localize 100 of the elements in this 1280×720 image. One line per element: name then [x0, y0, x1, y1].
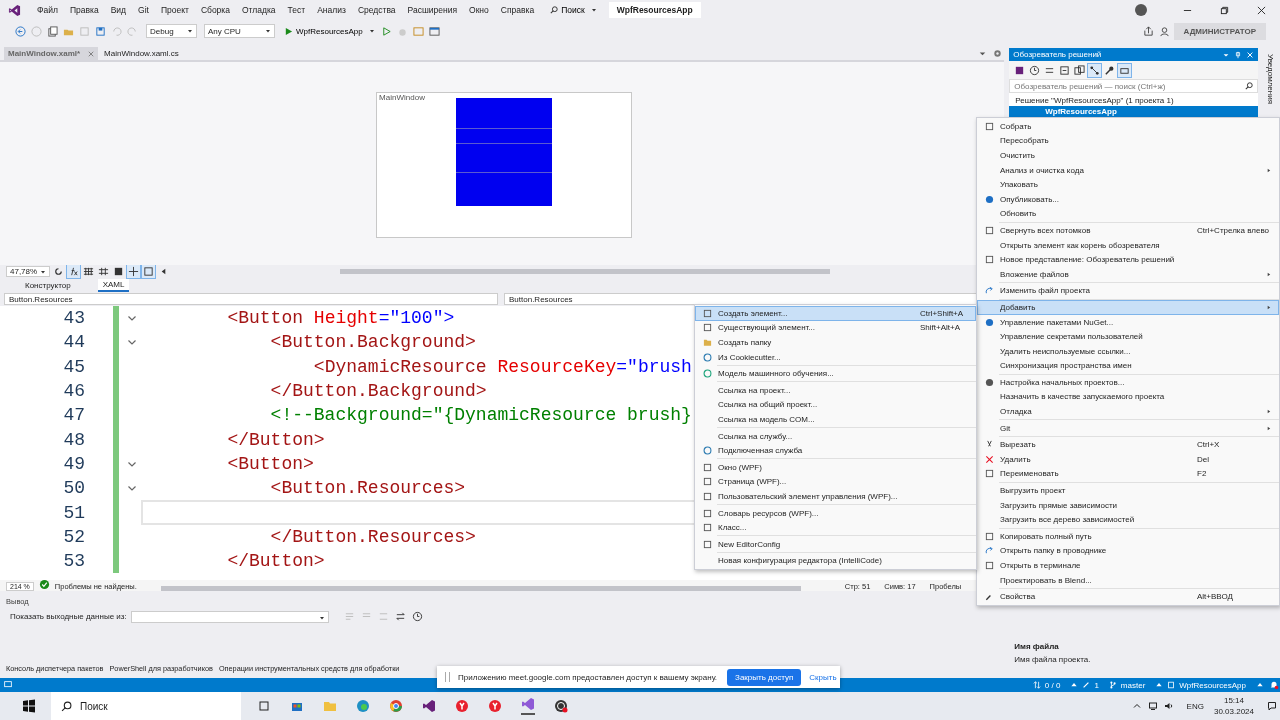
menu-item[interactable]: Существующий элемент... Shift+Alt+A — [695, 320, 976, 336]
caret-up-icon[interactable] — [1155, 681, 1164, 689]
language-indicator[interactable]: ENG — [1186, 701, 1204, 711]
menu-item[interactable]: Страница (WPF)... — [695, 474, 976, 490]
branch-indicator[interactable]: master — [1120, 680, 1146, 690]
effects-icon[interactable] — [67, 265, 81, 278]
toggle-icon[interactable] — [393, 610, 407, 623]
menu-item[interactable]: Анализ — [311, 5, 352, 15]
menu-item[interactable]: Подключенная служба — [695, 443, 976, 458]
menu-item[interactable]: Расширения — [401, 5, 463, 15]
avatar[interactable] — [1135, 4, 1147, 16]
menu-item[interactable]: Модель машинного обучения... — [695, 366, 976, 381]
menu-item[interactable]: Управление пакетами NuGet... — [977, 314, 1279, 330]
notification-icon[interactable] — [1267, 701, 1277, 711]
menu-item[interactable]: Удалить неиспользуемые ссылки... — [977, 343, 1279, 359]
view-tab[interactable]: Конструктор — [20, 279, 76, 291]
grid-icon[interactable] — [82, 265, 96, 278]
menu-item[interactable]: Ссылка на проект... — [695, 382, 976, 398]
changes-indicator[interactable]: 0 / 0 — [1044, 680, 1061, 690]
menu-item[interactable]: Создать папку — [695, 335, 976, 350]
menu-item[interactable]: Назначить в качестве запускаемого проекта — [977, 389, 1279, 405]
menu-item[interactable]: Класс... — [695, 520, 976, 535]
snap-icon[interactable] — [127, 265, 141, 278]
platform-dropdown[interactable]: Any CPU — [204, 24, 275, 38]
volume-icon[interactable] — [1163, 701, 1174, 711]
menu-item[interactable]: Тест — [281, 5, 312, 15]
menu-item[interactable]: Отладка — [977, 404, 1279, 419]
document-tab[interactable]: MainWindow.xaml* — [4, 47, 99, 60]
menu-item[interactable]: New EditorConfig — [695, 536, 976, 552]
pencil-icon[interactable] — [1082, 681, 1091, 689]
menu-item[interactable]: Обновить — [977, 206, 1279, 222]
menu-item[interactable]: Синхронизация пространства имен — [977, 358, 1279, 374]
menu-item[interactable]: Вид — [104, 5, 132, 15]
configuration-dropdown[interactable]: Debug — [146, 24, 197, 38]
menu-item[interactable]: Вложение файлов — [977, 266, 1279, 282]
browser-icon[interactable] — [355, 699, 370, 713]
navigation-dropdown[interactable]: Button.Resources — [4, 293, 498, 305]
view-tab[interactable]: XAML — [97, 278, 130, 292]
menu-item[interactable]: Справка — [494, 5, 541, 15]
caret-up-icon[interactable] — [1256, 681, 1264, 689]
browser-icon[interactable] — [388, 699, 403, 713]
menu-item[interactable]: Свойства Alt+ВВОД — [977, 589, 1279, 604]
pin-icon[interactable] — [1234, 50, 1242, 59]
menu-item[interactable]: Упаковать — [977, 177, 1279, 192]
menu-item[interactable]: Опубликовать... — [977, 191, 1279, 207]
menu-item[interactable]: Сборка — [194, 5, 236, 15]
menu-item[interactable]: Выгрузить проект — [977, 483, 1279, 498]
hide-link[interactable]: Скрыть — [809, 672, 837, 682]
menu-item[interactable]: Новое представление: Обозреватель решений — [977, 252, 1279, 267]
menu-item[interactable]: Окно — [463, 5, 495, 15]
document-tab[interactable]: MainWindow.xaml.cs — [100, 47, 183, 60]
search-button[interactable]: Поиск — [546, 5, 601, 15]
menu-item[interactable]: Пересобрать — [977, 133, 1279, 149]
menu-item[interactable]: Окно (WPF) — [695, 459, 976, 475]
menu-item[interactable]: Добавить — [977, 300, 1279, 315]
chevron-up-icon[interactable] — [1131, 701, 1142, 711]
caret-up-icon[interactable] — [1070, 681, 1079, 689]
menu-item[interactable]: Git — [132, 5, 155, 15]
menu-item[interactable]: Копировать полный путь — [977, 529, 1279, 544]
menu-item[interactable]: Удалить Del — [977, 452, 1279, 467]
menu-item[interactable]: Git — [977, 420, 1279, 436]
task-view-icon[interactable] — [256, 699, 271, 713]
close-icon[interactable] — [1257, 5, 1266, 15]
menu-item[interactable]: Словарь ресурсов (WPF)... — [695, 505, 976, 521]
grid-icon[interactable] — [97, 265, 111, 278]
menu-item[interactable]: Проектировать в Blend... — [977, 572, 1279, 588]
clock-time[interactable]: 15:14 — [1223, 696, 1244, 705]
menu-item[interactable]: Проект — [154, 5, 195, 15]
network-icon[interactable] — [1147, 701, 1158, 711]
menu-item[interactable]: Из Cookiecutter... — [695, 349, 976, 365]
edits-indicator[interactable]: 1 — [1094, 680, 1099, 690]
menu-item[interactable]: Открыть папку в проводнике — [977, 543, 1279, 559]
restore-icon[interactable] — [1220, 5, 1229, 15]
menu-item[interactable]: Новая конфигурация редактора (IntelliCode) — [695, 553, 976, 569]
menu-item[interactable]: Управление секретами пользователей — [977, 329, 1279, 344]
menu-item[interactable]: Ссылка на общий проект... — [695, 397, 976, 413]
share-icon[interactable] — [1141, 24, 1155, 38]
history-icon[interactable] — [1028, 63, 1042, 77]
stop-sharing-button[interactable]: Закрыть доступ — [727, 668, 802, 686]
repository-indicator[interactable]: WpfResourcesApp — [1179, 680, 1246, 690]
browser-icon[interactable] — [454, 699, 469, 713]
up-down-arrows-icon[interactable] — [1032, 681, 1041, 689]
search-field[interactable]: Обозреватель решений — поиск (Ctrl+ж) — [1009, 79, 1258, 93]
menu-item[interactable]: Вырезать Ctrl+X — [977, 437, 1279, 453]
browser-icon[interactable] — [487, 699, 502, 713]
zoom-dropdown[interactable]: 47,78% — [6, 266, 51, 277]
branch-icon[interactable] — [1108, 681, 1117, 689]
window-layout-icon[interactable] — [427, 24, 441, 38]
menu-item[interactable]: Настройка начальных проектов... — [977, 375, 1279, 390]
back-icon[interactable] — [14, 24, 27, 38]
snap-icon[interactable] — [142, 265, 156, 278]
menu-item[interactable]: Файл — [31, 5, 64, 15]
save-all-icon[interactable] — [94, 24, 107, 38]
menu-item[interactable]: Открыть в терминале — [977, 558, 1279, 573]
menu-item[interactable]: Правка — [63, 5, 105, 15]
menu-item[interactable]: Загрузить все дерево зависимостей — [977, 512, 1279, 528]
new-project-icon[interactable] — [46, 24, 59, 38]
menu-item[interactable]: Отладка — [236, 5, 282, 15]
clock-date[interactable]: 30.03.2024 — [1213, 707, 1254, 716]
horizontal-scrollbar[interactable] — [160, 586, 801, 591]
